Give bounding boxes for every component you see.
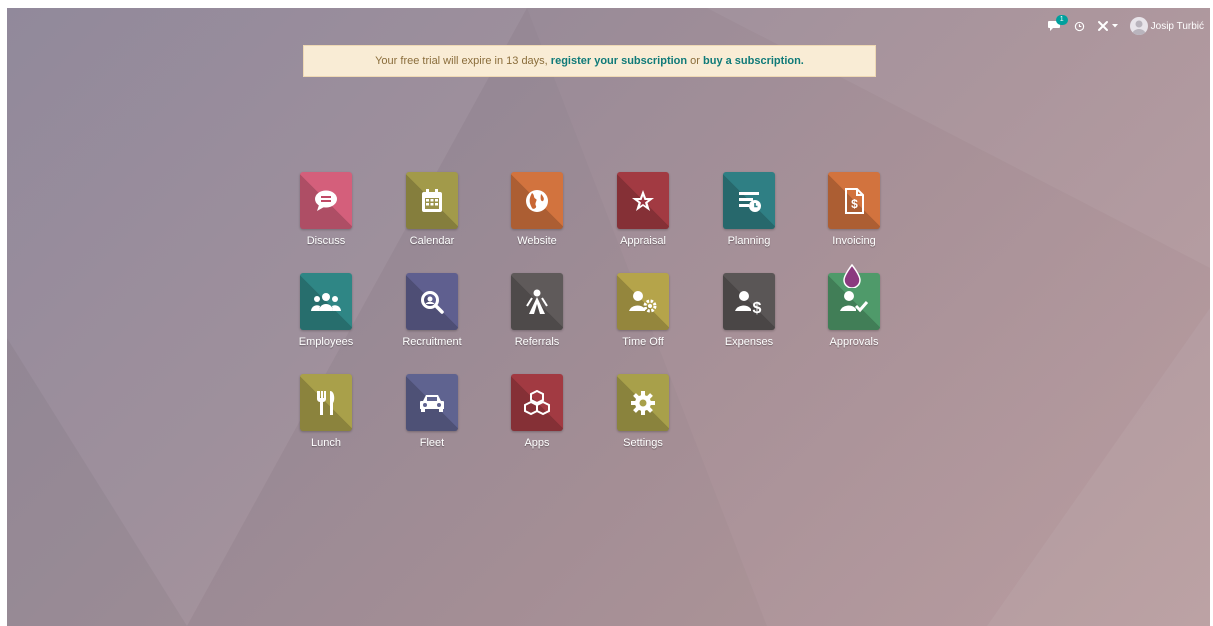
app-label: Referrals xyxy=(514,336,560,348)
user-dollar-icon: $ xyxy=(723,273,775,330)
globe-icon xyxy=(511,172,563,229)
app-label: Recruitment xyxy=(402,336,462,348)
cubes-icon xyxy=(511,374,563,431)
app-label: Calendar xyxy=(409,235,455,247)
app-appraisal[interactable]: Appraisal xyxy=(598,172,688,262)
app-invoicing[interactable]: $ Invoicing xyxy=(809,172,899,262)
app-recruitment[interactable]: Recruitment xyxy=(387,273,477,363)
people-icon xyxy=(300,273,352,330)
cutlery-icon xyxy=(300,374,352,431)
app-label: Invoicing xyxy=(832,235,876,247)
app-referrals[interactable]: Referrals xyxy=(492,273,582,363)
home-menu: 1 Josip Turbić Your free trial will expi… xyxy=(7,8,1210,626)
app-label: Settings xyxy=(623,437,663,449)
app-website[interactable]: Website xyxy=(492,172,582,262)
app-label: Lunch xyxy=(311,437,341,449)
app-label: Fleet xyxy=(419,437,445,449)
app-label: Employees xyxy=(298,336,354,348)
app-lunch[interactable]: Lunch xyxy=(281,374,371,464)
car-icon xyxy=(406,374,458,431)
app-employees[interactable]: Employees xyxy=(281,273,371,363)
app-calendar[interactable]: Calendar xyxy=(387,172,477,262)
app-time-off[interactable]: Time Off xyxy=(598,273,688,363)
app-label: Website xyxy=(517,235,557,247)
app-label: Planning xyxy=(727,235,771,247)
gear-icon xyxy=(617,374,669,431)
app-apps[interactable]: Apps xyxy=(492,374,582,464)
planning-icon xyxy=(723,172,775,229)
app-discuss[interactable]: Discuss xyxy=(281,172,371,262)
app-label: Expenses xyxy=(724,336,774,348)
app-settings[interactable]: Settings xyxy=(598,374,688,464)
svg-text:$: $ xyxy=(851,197,858,211)
calendar-icon xyxy=(406,172,458,229)
user-gear-icon xyxy=(617,273,669,330)
chat-bubble-icon xyxy=(300,172,352,229)
app-label: Approvals xyxy=(829,336,879,348)
referral-hero-icon xyxy=(511,273,563,330)
app-planning[interactable]: Planning xyxy=(704,172,794,262)
app-expenses[interactable]: $ Expenses xyxy=(704,273,794,363)
svg-text:$: $ xyxy=(753,300,762,315)
star-icon xyxy=(617,172,669,229)
app-label: Apps xyxy=(524,437,550,449)
app-label: Time Off xyxy=(622,336,664,348)
magnifier-icon xyxy=(406,273,458,330)
invoice-icon: $ xyxy=(828,172,880,229)
drop-cursor-icon xyxy=(843,264,861,288)
app-fleet[interactable]: Fleet xyxy=(387,374,477,464)
app-label: Appraisal xyxy=(620,235,666,247)
app-label: Discuss xyxy=(306,235,346,247)
apps-grid: Discuss Calendar Website Appraisal Planning $… xyxy=(7,8,1210,626)
